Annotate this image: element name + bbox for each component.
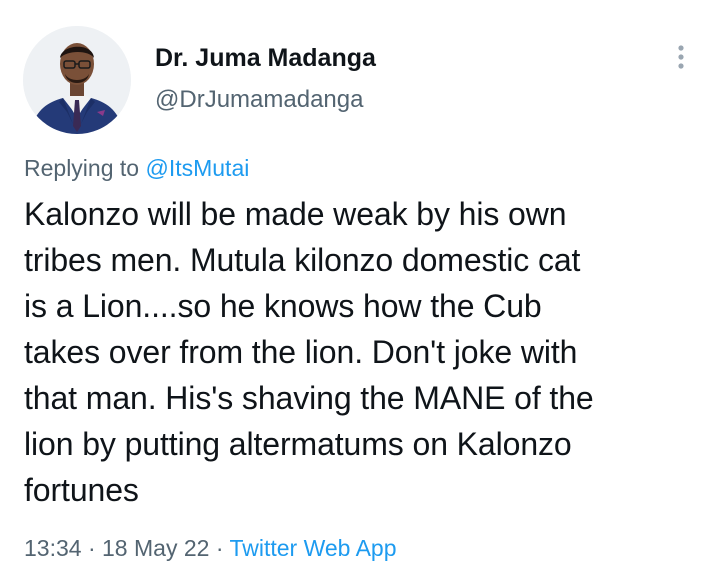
tweet-text-line: lion by putting altermatums on Kalonzo (24, 426, 572, 462)
author-handle[interactable]: @DrJumamadanga (155, 86, 363, 114)
tweet-source-link[interactable]: Twitter Web App (229, 535, 396, 561)
avatar[interactable] (23, 26, 131, 134)
meta-separator: · (87, 535, 96, 561)
tweet-text: Kalonzo will be made weak by his own tri… (24, 191, 704, 513)
tweet-date[interactable]: 18 May 22 (102, 535, 209, 561)
tweet-text-line: fortunes (24, 472, 139, 508)
tweet-text-line: Kalonzo will be made weak by his own (24, 196, 567, 232)
author-display-name[interactable]: Dr. Juma Madanga (155, 44, 376, 73)
tweet-meta: 13:34 · 18 May 22 · Twitter Web App (24, 535, 397, 562)
tweet-text-line: that man. His's shaving the MANE of the (24, 380, 594, 416)
tweet-text-line: takes over from the lion. Don't joke wit… (24, 334, 578, 370)
replying-to: Replying to @ItsMutai (24, 155, 249, 182)
tweet-text-line: tribes men. Mutula kilonzo domestic cat (24, 242, 581, 278)
tweet-text-line: is a Lion....so he knows how the Cub (24, 288, 542, 324)
meta-separator: · (215, 535, 224, 561)
profile-photo (23, 26, 131, 134)
reply-mention-link[interactable]: @ItsMutai (145, 155, 249, 181)
replying-to-label: Replying to (24, 155, 140, 181)
tweet-card: Dr. Juma Madanga @DrJumamadanga Replying… (0, 0, 720, 580)
tweet-time[interactable]: 13:34 (24, 535, 82, 561)
more-vertical-icon[interactable] (669, 42, 693, 72)
